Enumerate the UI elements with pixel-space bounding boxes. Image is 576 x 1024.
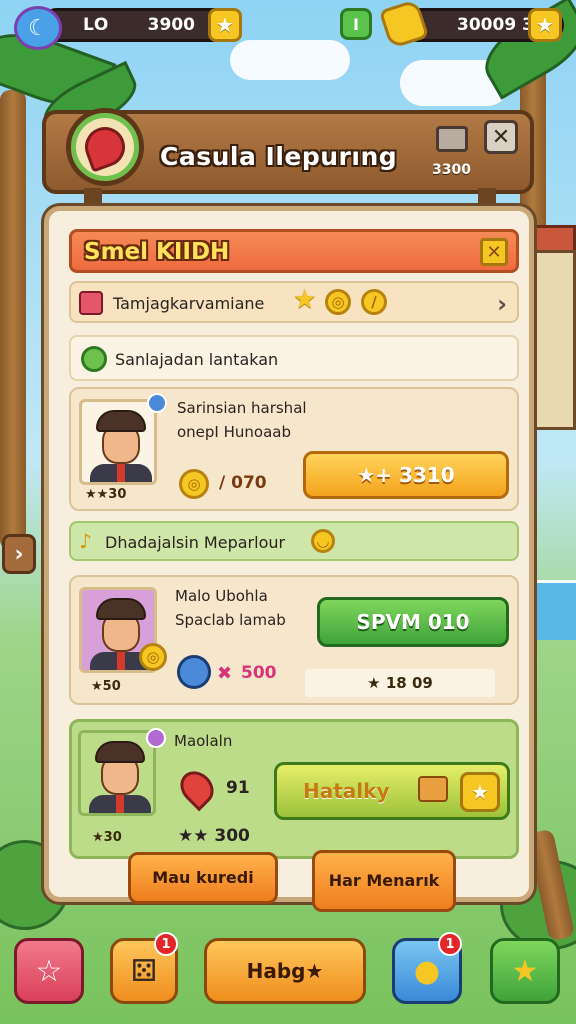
star-icon[interactable]: ★ [460, 772, 500, 812]
smile-coin-icon: ◡ [311, 529, 335, 553]
gift-icon [79, 291, 103, 315]
panel-title: Smel KIIDH [84, 239, 230, 265]
badge-icon [81, 346, 107, 372]
offer-stat: / 070 [219, 473, 267, 493]
category-row-label: Tamjagkarvamiane [113, 294, 265, 313]
chat-bubble-icon: ● [413, 953, 441, 989]
music-note-icon: ♪ [79, 529, 92, 553]
offer-card[interactable]: ★★30 Sarinsian harshal onepI Hunoaab ◎ /… [69, 387, 519, 511]
badge-icon [146, 728, 166, 748]
coin-icon: ◎ [325, 289, 351, 315]
star-icon[interactable]: ★ [528, 8, 562, 42]
notification-badge: 1 [438, 932, 462, 956]
bow-icon: ✖ [217, 663, 233, 684]
chest-icon [418, 776, 448, 802]
star-icon: ★ [511, 953, 539, 989]
top-bar: ꓡO 3900 ☾ ★ I 30009 3 ★ [0, 0, 576, 50]
nav-rewards-button[interactable]: ★ [490, 938, 560, 1004]
board-post [478, 188, 496, 206]
nav-favorites-button[interactable]: ☆ [14, 938, 84, 1004]
spin-button[interactable]: SPVM 010 [317, 597, 509, 647]
header-board: Casula Ilepurıng 3300 ✕ [42, 108, 534, 194]
buy-button[interactable]: ★+ 3310 [303, 451, 509, 499]
resource-left-value: 3900 [147, 15, 195, 35]
cart-icon[interactable] [436, 126, 468, 152]
character-level: ★★30 [85, 487, 127, 502]
pin-icon [173, 764, 221, 812]
close-icon[interactable]: ✕ [480, 238, 508, 266]
category-row[interactable]: Tamjagkarvamiane ★ ◎ / › [69, 281, 519, 323]
character-name: Malo Ubohla [175, 587, 268, 605]
notification-badge: 1 [154, 932, 178, 956]
panel-titlebar: Smel KIIDH ✕ [69, 229, 519, 273]
info-row-label: Sanlajadan lantakan [115, 350, 279, 369]
header-value: 3300 [432, 162, 471, 178]
chevron-right-icon[interactable]: › [497, 290, 507, 318]
offer-card[interactable]: ◎ ★50 Malo Ubohla Spaclab lamab ✖ 500 SP… [69, 575, 519, 705]
left-action-button[interactable]: Mau kuredi [128, 852, 278, 904]
info-badge-icon [147, 393, 167, 413]
palm-tree [0, 90, 26, 550]
offer-stat: 500 [241, 663, 277, 683]
character-portrait [79, 399, 157, 485]
offer-card[interactable]: ★30 Maolaln 91 ★★ 300 Hatalky ★ [69, 719, 519, 859]
character-name: Maolaln [174, 732, 233, 750]
resource-left-label: ꓡO [83, 15, 109, 35]
coin-icon: ◎ [179, 469, 209, 499]
compass-icon [177, 655, 211, 689]
side-chevron-right-icon[interactable]: › [2, 534, 36, 574]
close-icon[interactable]: ✕ [484, 120, 518, 154]
coin-icon: ◎ [139, 643, 167, 671]
rose-emblem-icon [66, 108, 144, 186]
moon-icon: ☾ [28, 15, 48, 41]
board-post [84, 188, 102, 206]
character-subtitle: Spaclab lamab [175, 611, 286, 629]
claim-button-label: Hatalky [303, 779, 390, 803]
character-portrait [78, 730, 156, 816]
resource-right-value: 30009 3 [457, 15, 534, 35]
shop-panel: Smel KIIDH ✕ Tamjagkarvamiane ★ ◎ / › Sa… [44, 206, 534, 902]
star-icon[interactable]: ★ [208, 8, 242, 42]
offer-stat: ★★ 300 [178, 826, 250, 846]
character-subtitle: onepI Hunoaab [177, 423, 292, 441]
nav-home-button[interactable]: Habg★ [204, 938, 366, 1004]
info-row: Sanlajadan lantakan [69, 335, 519, 381]
star-outline-icon: ☆ [35, 953, 63, 989]
cloud [230, 40, 350, 80]
profile-avatar[interactable]: ☾ [14, 6, 62, 50]
offer-stat-top: 91 [226, 778, 250, 798]
bag-icon: ⚄ [130, 953, 158, 989]
price-box: ★ 18 09 [305, 669, 495, 697]
note-row: ♪ Dhadajalsin Meparlour ◡ [69, 521, 519, 561]
character-level: ★50 [91, 679, 121, 694]
star-icon: ★ [293, 285, 317, 315]
coin-icon: / [361, 289, 387, 315]
header-title: Casula Ilepurıng [160, 142, 398, 171]
note-row-label: Dhadajalsin Meparlour [105, 533, 286, 552]
character-level: ★30 [92, 830, 122, 845]
right-action-button[interactable]: Har Menarık [312, 850, 456, 912]
green-toggle-label: I [353, 14, 359, 34]
character-name: Sarinsian harshal [177, 399, 307, 417]
green-toggle-button[interactable]: I [340, 8, 372, 40]
